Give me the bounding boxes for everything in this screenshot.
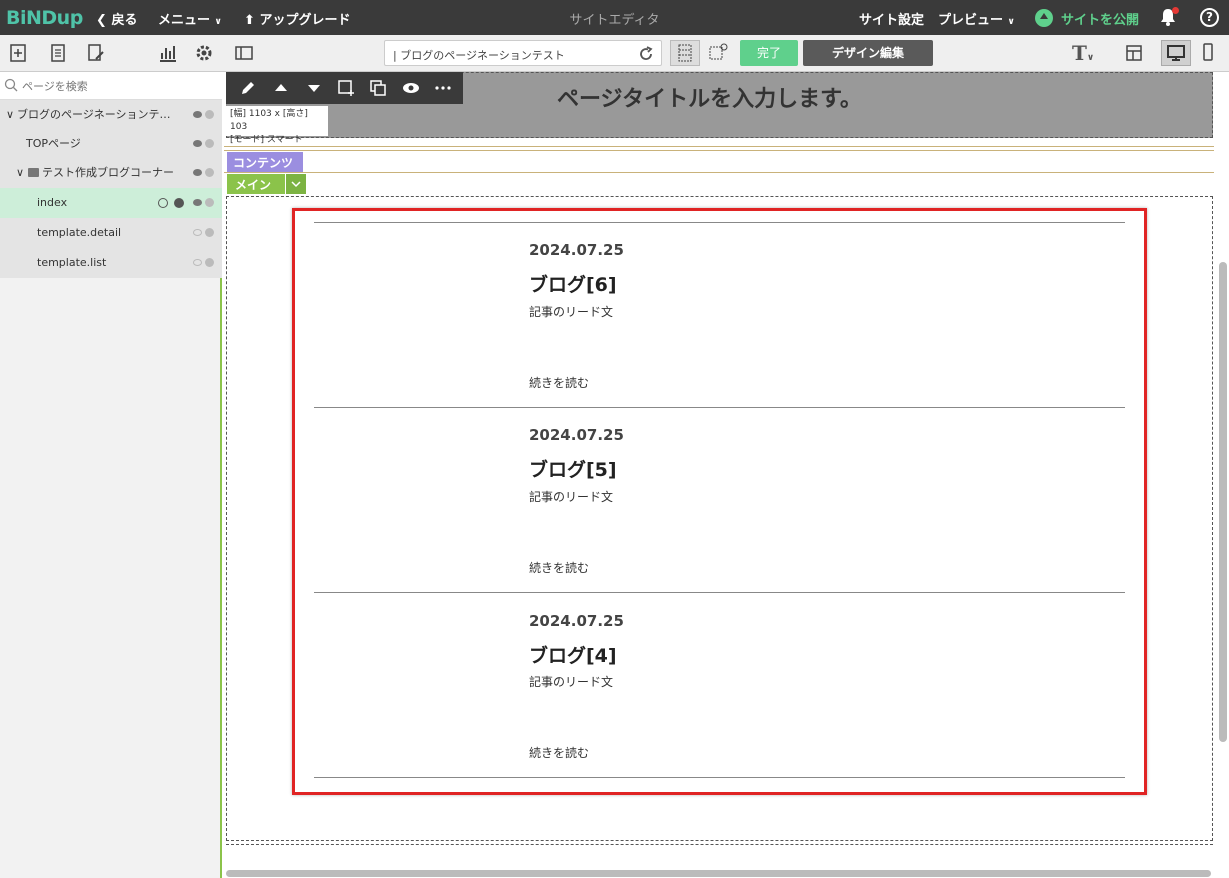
block-select-button[interactable]: [703, 40, 733, 66]
status-dot: [205, 168, 214, 177]
menu-label: メニュー: [158, 13, 211, 28]
menu-button[interactable]: メニュー ∨: [158, 9, 222, 28]
font-settings-icon[interactable]: T∨: [1072, 41, 1094, 65]
page-edit-icon[interactable]: [86, 43, 106, 63]
desktop-view-button[interactable]: [1161, 40, 1191, 66]
editor-toolbar: | ブログのページネーションテスト 完了 デザイン編集 T∨: [0, 35, 1229, 72]
back-label: 戻る: [111, 13, 138, 28]
done-button[interactable]: 完了: [740, 40, 798, 66]
tree-item-label: template.list: [37, 256, 107, 269]
grid-view-button[interactable]: [670, 40, 700, 66]
main-tag-dropdown[interactable]: [286, 174, 306, 194]
rocket-icon: ⬆: [244, 13, 255, 28]
pencil-icon[interactable]: [238, 78, 258, 98]
move-down-icon[interactable]: [304, 78, 324, 98]
block-select-icon: [709, 43, 728, 60]
tree-item-label: TOPページ: [26, 137, 81, 150]
chevron-down-icon: ∨: [1007, 17, 1015, 27]
tree-item-label: ブログのページネーションテ…: [17, 108, 171, 121]
publish-icon[interactable]: [1035, 9, 1053, 27]
tree-item-label: テスト作成ブログコーナー: [42, 166, 174, 179]
bindup-logo[interactable]: BiNDup: [6, 7, 83, 29]
tree-item-blog-corner[interactable]: ∨ テスト作成ブログコーナー: [0, 158, 222, 188]
tree-item-index[interactable]: index: [0, 188, 222, 218]
add-block-icon[interactable]: [336, 78, 356, 98]
layout-icon[interactable]: [1124, 43, 1144, 63]
analytics-icon[interactable]: [158, 43, 178, 63]
site-settings-button[interactable]: サイト設定: [859, 9, 924, 28]
horizontal-scrollbar[interactable]: [226, 870, 1211, 877]
duplicate-icon[interactable]: [368, 78, 388, 98]
tree-item-site-root[interactable]: ∨ ブログのページネーションテ…: [0, 100, 222, 130]
status-dot: [205, 110, 214, 119]
notification-bell-icon[interactable]: [1158, 7, 1179, 27]
editor-canvas: ページタイトルを入力します。 [幅] 1103 x [高さ] 103 [モード]…: [224, 72, 1229, 878]
status-dot: [205, 198, 214, 207]
upgrade-label: アップグレード: [259, 13, 351, 28]
vertical-scrollbar[interactable]: [1219, 262, 1227, 742]
reload-icon[interactable]: [637, 45, 655, 63]
divider: [224, 146, 1214, 147]
chevron-down-icon: [291, 181, 301, 188]
gear-icon[interactable]: [194, 43, 214, 63]
eye-icon[interactable]: [193, 140, 202, 147]
notification-badge: [1172, 7, 1179, 14]
main-tag[interactable]: メイン: [227, 174, 285, 194]
folder-icon: [28, 168, 39, 177]
publish-button[interactable]: サイトを公開: [1061, 9, 1139, 28]
tree-item-template-list[interactable]: template.list: [0, 248, 222, 278]
top-bar: BiNDup ❮ 戻る メニュー ∨ ⬆ アップグレード サイトエディタ サイト…: [0, 0, 1229, 35]
page-path-field[interactable]: | ブログのページネーションテスト: [384, 40, 662, 66]
sidebar-toggle-icon[interactable]: [234, 43, 254, 63]
chevron-left-icon: ❮: [96, 13, 107, 28]
divider: [224, 150, 1214, 151]
eye-icon[interactable]: [193, 111, 202, 118]
page-search-input[interactable]: [22, 77, 212, 95]
help-icon[interactable]: ?: [1200, 8, 1219, 27]
upgrade-button[interactable]: ⬆ アップグレード: [244, 9, 350, 28]
gear-icon[interactable]: [174, 198, 184, 208]
contents-tag[interactable]: コンテンツ: [227, 152, 303, 172]
tree-item-template-detail[interactable]: template.detail: [0, 218, 222, 248]
eye-icon[interactable]: [193, 199, 202, 206]
eye-icon[interactable]: [193, 169, 202, 176]
chevron-down-icon: ∨: [1086, 53, 1095, 63]
grid-icon: [678, 44, 692, 62]
block-edit-bar: [226, 72, 463, 104]
tree-item-label: template.detail: [37, 226, 122, 239]
divider: [224, 172, 1214, 173]
eye-hidden-icon[interactable]: [193, 229, 202, 236]
mobile-icon: [1203, 43, 1213, 61]
status-dot: [205, 228, 214, 237]
font-icon-label: T: [1072, 41, 1087, 65]
status-dot: [205, 258, 214, 267]
size-info-dimensions: [幅] 1103 x [高さ] 103: [230, 109, 308, 132]
preview-label: プレビュー: [938, 13, 1004, 28]
tree-item-label: index: [37, 196, 68, 209]
more-icon[interactable]: [433, 78, 453, 98]
move-up-icon[interactable]: [271, 78, 291, 98]
design-edit-button[interactable]: デザイン編集: [803, 40, 933, 66]
status-dot: [205, 139, 214, 148]
page-icon[interactable]: [48, 43, 68, 63]
back-button[interactable]: ❮ 戻る: [96, 9, 137, 28]
tree-item-top-page[interactable]: TOPページ: [0, 129, 222, 159]
more-options-icon[interactable]: [158, 198, 168, 208]
page-tree-sidebar: ∨ ブログのページネーションテ… TOPページ ∨ テスト作成ブログコーナー i…: [0, 72, 222, 878]
eye-icon[interactable]: [401, 78, 421, 98]
chevron-down-icon: ∨: [214, 17, 222, 27]
page-path-text: | ブログのページネーションテスト: [393, 49, 565, 62]
desktop-icon: [1167, 45, 1185, 61]
selection-highlight: [292, 208, 1147, 795]
preview-button[interactable]: プレビュー ∨: [938, 9, 1015, 28]
search-icon: [4, 78, 18, 92]
chevron-down-icon[interactable]: ∨: [6, 100, 14, 130]
block-size-info: [幅] 1103 x [高さ] 103 [モード] スマート: [226, 106, 328, 145]
page-search: [0, 72, 222, 100]
eye-hidden-icon[interactable]: [193, 259, 202, 266]
add-block-icon[interactable]: [9, 43, 29, 63]
mobile-view-button[interactable]: [1194, 40, 1224, 66]
page-title[interactable]: ページタイトルを入力します。: [557, 81, 862, 113]
chevron-down-icon[interactable]: ∨: [16, 158, 24, 188]
